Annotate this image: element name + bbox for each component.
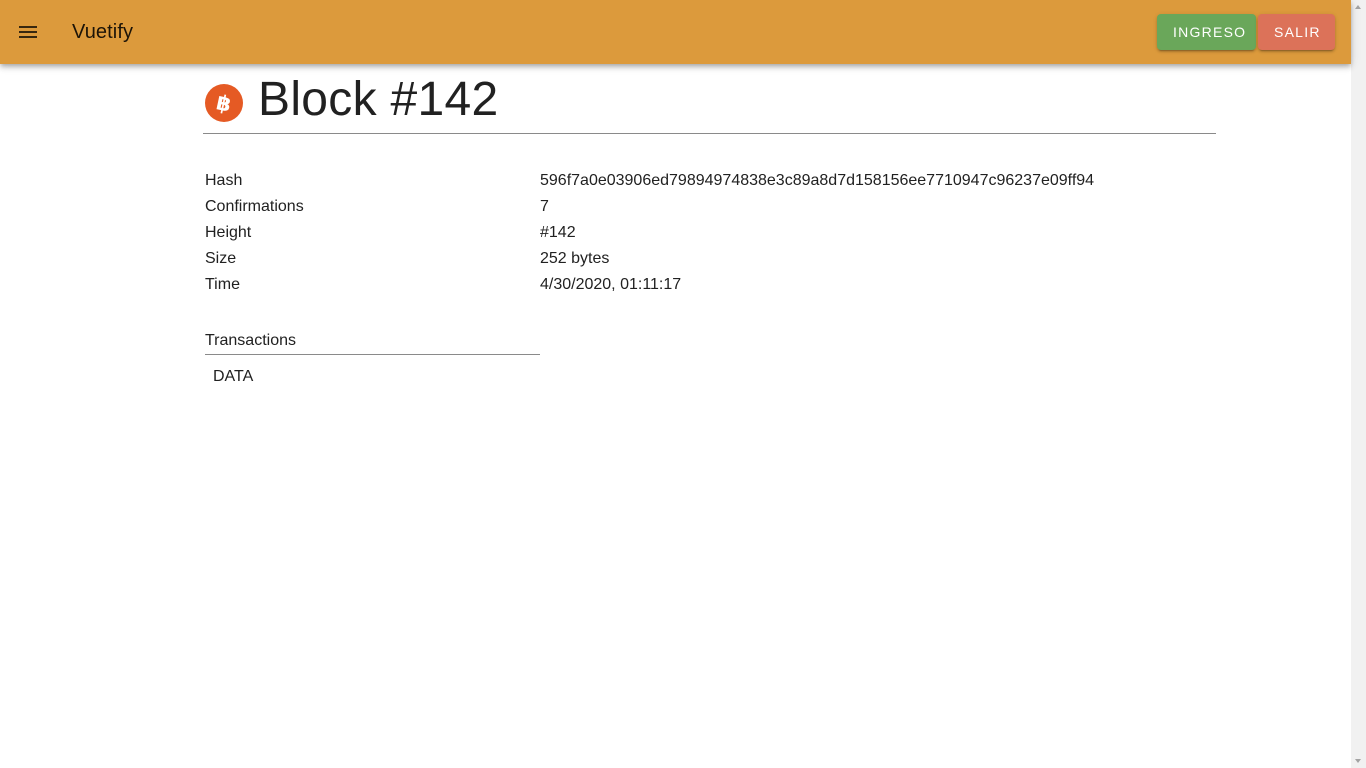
transactions-header: Transactions xyxy=(205,332,540,355)
block-details: Hash 596f7a0e03906ed79894974838e3c89a8d7… xyxy=(204,168,1216,298)
detail-label: Height xyxy=(205,224,252,241)
vertical-scrollbar[interactable] xyxy=(1351,0,1366,768)
transaction-item[interactable]: DATA xyxy=(205,355,540,386)
detail-label: Hash xyxy=(205,172,243,189)
detail-value-hash: 596f7a0e03906ed79894974838e3c89a8d7d1581… xyxy=(540,172,1095,189)
detail-value-time: 4/30/2020, 01:11:17 xyxy=(540,276,682,293)
login-button[interactable]: INGRESO xyxy=(1157,14,1256,50)
scroll-up-arrow-icon[interactable] xyxy=(1355,5,1361,9)
logout-button[interactable]: SALIR xyxy=(1258,14,1335,50)
bitcoin-icon: ฿ xyxy=(205,83,243,122)
app-bar: Vuetify INGRESO SALIR xyxy=(0,0,1351,64)
block-header: ฿ Block #142 xyxy=(203,64,1216,134)
detail-value-height: #142 xyxy=(540,224,576,241)
detail-row-size: Size 252 bytes xyxy=(204,246,1216,272)
app-title: Vuetify xyxy=(72,20,134,43)
detail-row-time: Time 4/30/2020, 01:11:17 xyxy=(204,272,1216,298)
menu-button[interactable] xyxy=(4,8,52,56)
main-content: ฿ Block #142 Hash 596f7a0e03906ed7989497… xyxy=(203,64,1216,386)
transactions-section: Transactions DATA xyxy=(205,332,540,386)
detail-row-confirmations: Confirmations 7 xyxy=(204,194,1216,220)
scroll-down-arrow-icon[interactable] xyxy=(1355,759,1361,763)
page-title: Block #142 xyxy=(258,73,499,126)
detail-label: Time xyxy=(205,276,240,293)
detail-value-confirmations: 7 xyxy=(540,198,549,215)
detail-label: Size xyxy=(205,250,237,267)
detail-value-size: 252 bytes xyxy=(540,250,610,267)
detail-row-height: Height #142 xyxy=(204,220,1216,246)
menu-icon xyxy=(19,26,37,38)
detail-row-hash: Hash 596f7a0e03906ed79894974838e3c89a8d7… xyxy=(204,168,1216,194)
detail-label: Confirmations xyxy=(205,198,304,215)
